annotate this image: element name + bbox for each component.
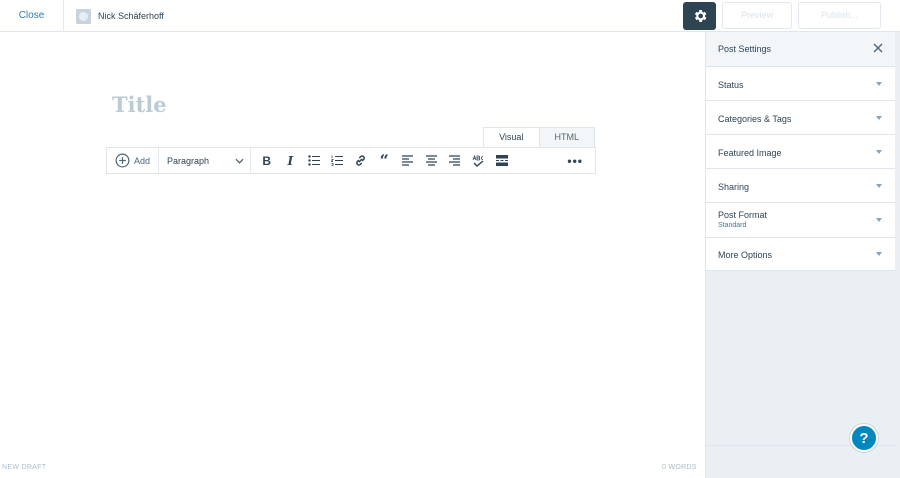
panel-status[interactable]: Status: [706, 67, 895, 101]
read-more-icon: [495, 155, 508, 166]
chevron-down-icon: [235, 158, 244, 164]
chevron-down-icon: [876, 116, 882, 120]
editor-mode-tabs: Visual HTML: [483, 127, 595, 147]
format-select-value: Paragraph: [167, 155, 210, 166]
editor-toolbar: Add Paragraph B I “ •••: [106, 147, 596, 174]
spellcheck-icon: [472, 154, 484, 167]
blockquote-button[interactable]: “: [373, 148, 397, 173]
panel-label: Status: [718, 80, 744, 90]
panel-label: Featured Image: [718, 148, 782, 158]
panel-label: Post Format: [718, 210, 768, 220]
question-mark-icon: ?: [859, 429, 869, 447]
bold-icon: B: [262, 153, 272, 168]
chevron-down-icon: [876, 252, 882, 256]
add-label: Add: [134, 155, 151, 166]
align-right-button[interactable]: [443, 148, 467, 173]
paragraph-format-select[interactable]: Paragraph: [159, 148, 252, 173]
help-button[interactable]: ?: [850, 424, 878, 452]
panel-label: More Options: [718, 250, 773, 260]
more-options-button[interactable]: •••: [567, 148, 583, 173]
panel-more-options[interactable]: More Options: [706, 238, 895, 271]
align-left-button[interactable]: [396, 148, 420, 173]
publish-button[interactable]: Publish...: [798, 2, 881, 29]
chevron-down-icon: [876, 218, 882, 222]
site-icon: [76, 8, 91, 24]
word-count: 0 WORDS: [662, 464, 697, 471]
numbered-list-button[interactable]: [326, 148, 350, 173]
panel-label: Categories & Tags: [718, 114, 792, 124]
read-more-button[interactable]: [490, 148, 514, 173]
panel-post-format[interactable]: Post Format Standard: [706, 203, 895, 238]
add-circle-icon: [115, 153, 130, 168]
link-button[interactable]: [349, 148, 373, 173]
italic-button[interactable]: I: [279, 148, 303, 173]
tab-html[interactable]: HTML: [539, 127, 595, 147]
align-center-icon: [425, 155, 437, 166]
bullet-list-icon: [308, 155, 320, 166]
panel-label: Sharing: [718, 182, 750, 192]
site-name: Nick Schäferhoff: [98, 11, 164, 21]
chevron-down-icon: [876, 150, 882, 154]
ellipsis-icon: •••: [567, 153, 583, 168]
quote-icon: “: [379, 150, 389, 170]
site-selector[interactable]: Nick Schäferhoff: [76, 8, 164, 24]
editor-area: Title Visual HTML Add Paragraph B I “ ••…: [0, 32, 705, 478]
tab-visual[interactable]: Visual: [483, 127, 540, 147]
numbered-list-icon: [331, 155, 344, 166]
spellcheck-button[interactable]: [467, 148, 491, 173]
chevron-down-icon: [876, 82, 882, 86]
top-bar: Close Nick Schäferhoff Preview Publish..…: [0, 0, 900, 32]
sidebar-title: Post Settings: [718, 44, 772, 54]
panel-sharing[interactable]: Sharing: [706, 169, 895, 203]
panel-sublabel: Standard: [718, 222, 747, 229]
add-button[interactable]: Add: [107, 148, 160, 173]
bold-button[interactable]: B: [255, 148, 279, 173]
panel-featured-image[interactable]: Featured Image: [706, 135, 895, 169]
sidebar-header: Post Settings: [706, 32, 895, 67]
align-right-icon: [449, 155, 461, 166]
title-input[interactable]: Title: [112, 92, 167, 117]
chevron-down-icon: [876, 184, 882, 188]
link-icon: [356, 155, 366, 166]
bullet-list-button[interactable]: [302, 148, 326, 173]
preview-button[interactable]: Preview: [722, 2, 792, 29]
close-icon: [873, 43, 883, 53]
gear-icon: [694, 10, 706, 22]
align-center-button[interactable]: [420, 148, 444, 173]
formatting-buttons: B I “: [251, 148, 514, 173]
settings-button[interactable]: [683, 2, 716, 30]
close-button[interactable]: Close: [0, 0, 64, 32]
align-left-icon: [402, 155, 414, 166]
draft-status: NEW DRAFT: [2, 464, 47, 471]
panel-categories-tags[interactable]: Categories & Tags: [706, 101, 895, 135]
post-settings-sidebar: Post Settings Status Categories & Tags F…: [705, 32, 900, 478]
sidebar-close-button[interactable]: [871, 41, 885, 55]
italic-icon: I: [287, 153, 294, 168]
